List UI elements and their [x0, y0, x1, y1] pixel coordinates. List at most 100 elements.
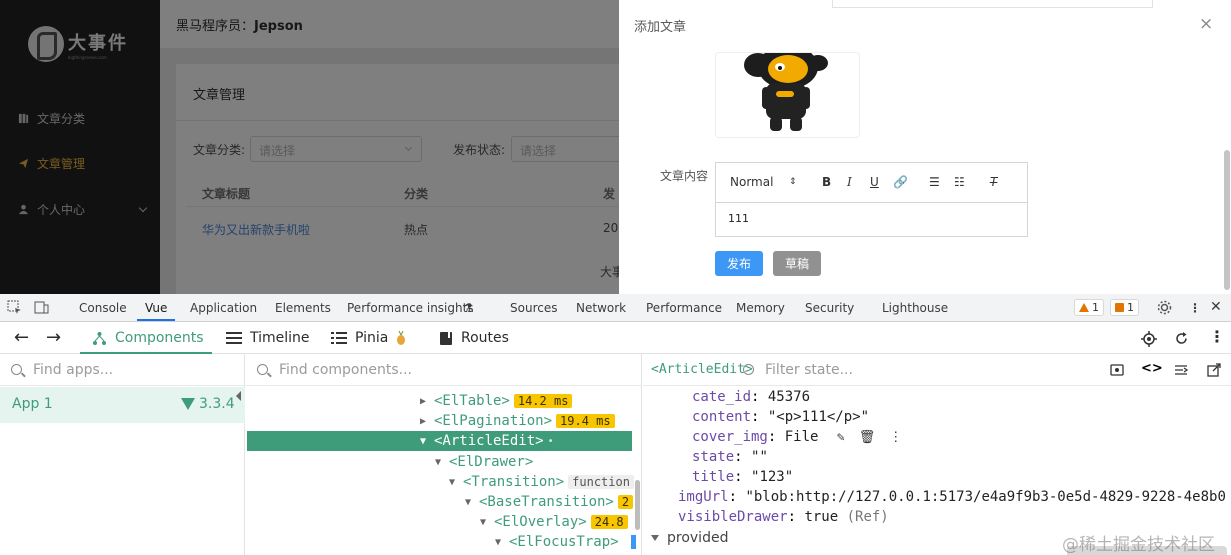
forward-arrow-icon[interactable]: → [46, 327, 61, 348]
updown-icon: ⇕ [789, 177, 797, 187]
find-components-input[interactable]: Find components... [279, 362, 412, 378]
active-tab-indicator [137, 319, 175, 321]
message-icon [1115, 303, 1124, 312]
tab-memory[interactable]: Memory [736, 301, 785, 315]
link-icon[interactable]: 🔗 [893, 175, 908, 189]
timeline-icon [226, 332, 242, 344]
content-label: 文章内容 [660, 169, 709, 183]
underline-icon[interactable]: U [870, 175, 879, 189]
app-name: App 1 [12, 396, 53, 412]
apps-pane: Find apps... App 1 3.3.4 [0, 354, 245, 555]
tab-components[interactable]: Components [92, 330, 204, 346]
draft-button[interactable]: 草稿 [773, 251, 821, 276]
tree-node[interactable]: ▼ <Transition> function [449, 472, 634, 492]
filter-state-input[interactable]: Filter state... [765, 362, 853, 378]
rich-text-editor[interactable]: Normal ⇕ B I U 🔗 ☰ ☷ T̶ 111 [715, 162, 1028, 237]
tab-performance-insights[interactable]: Performance insights [347, 301, 474, 315]
editor-text[interactable]: 111 [728, 212, 749, 225]
popup-fragment [832, 0, 1153, 8]
drawer-scrollbar[interactable] [1224, 150, 1230, 290]
find-apps-search[interactable]: Find apps... [0, 354, 244, 386]
publish-button[interactable]: 发布 [715, 251, 763, 276]
warning-icon [1079, 303, 1089, 312]
clear-format-icon[interactable]: T̶ [990, 175, 997, 189]
state-row-cate-id[interactable]: cate_id: 45376 [692, 387, 810, 407]
trash-icon[interactable]: 🗑 [859, 428, 876, 448]
open-in-editor-icon[interactable] [1207, 363, 1221, 377]
inspector-header: <ArticleEdit> Filter state... <> [643, 354, 1231, 386]
component-tree-pane: Find components... ▶ <ElTable> 14.2 ms ▶ <E… [246, 354, 642, 555]
code-icon[interactable]: <> [1141, 361, 1163, 376]
tab-elements[interactable]: Elements [275, 301, 331, 315]
collapse-pane-icon[interactable] [236, 391, 241, 401]
provided-section-toggle[interactable]: provided [651, 530, 728, 546]
more-vertical-icon[interactable]: ⋮ [1209, 327, 1225, 346]
close-icon[interactable]: ✕ [1210, 299, 1222, 315]
search-icon [743, 364, 754, 375]
tree-node[interactable]: ▼ <BaseTransition> 2 [465, 492, 634, 512]
scroll-to-component-icon[interactable] [1110, 363, 1124, 377]
tab-application[interactable]: Application [190, 301, 257, 315]
bold-icon[interactable]: B [822, 175, 831, 189]
gear-icon[interactable] [1157, 300, 1172, 315]
tree-node[interactable]: ▶ <ElTable> 14.2 ms [420, 391, 573, 411]
inspect-element-icon[interactable] [7, 300, 22, 315]
watermark: @稀土掘金技术社区 [1062, 535, 1215, 555]
back-arrow-icon[interactable]: ← [14, 327, 29, 348]
state-row-title[interactable]: title: "123" [692, 467, 793, 487]
close-icon[interactable]: × [1199, 14, 1213, 34]
tree-node[interactable]: ▶ <ElPagination> 19.4 ms [420, 411, 615, 431]
drawer-overlay[interactable] [0, 0, 619, 294]
vue-devtools-toolbar: ← → Components Timeline Pinia Routes ⋮ [0, 322, 1231, 354]
search-icon [11, 364, 22, 375]
editor-toolbar: Normal ⇕ B I U 🔗 ☰ ☷ T̶ [716, 163, 1027, 203]
list-icon [331, 332, 347, 344]
more-vertical-icon[interactable]: ⋮ [1189, 301, 1201, 315]
inspect-dom-icon[interactable] [1174, 363, 1188, 377]
cover-image-preview[interactable] [715, 52, 860, 138]
tab-lighthouse[interactable]: Lighthouse [882, 301, 948, 315]
tab-sources[interactable]: Sources [510, 301, 557, 315]
tab-routes[interactable]: Routes [439, 330, 509, 346]
state-inspector-pane: <ArticleEdit> Filter state... <> ____ __… [643, 354, 1231, 555]
state-row-cover-img[interactable]: cover_img: File ✎ 🗑 ⋮ [692, 427, 902, 447]
tab-timeline[interactable]: Timeline [226, 330, 310, 346]
find-components-search[interactable]: Find components... [246, 354, 641, 386]
tree-node[interactable]: ▼ <ElFocusTrap> [495, 532, 636, 552]
tree-scrollbar[interactable] [635, 480, 640, 530]
state-row-content[interactable]: content: "<p>111</p>" [692, 407, 869, 427]
edit-pencil-icon[interactable]: ✎ [837, 428, 845, 448]
state-row-visible-drawer[interactable]: visibleDrawer: true (Ref) [678, 507, 889, 527]
bullet-list-icon[interactable]: ☷ [954, 175, 965, 189]
find-apps-input[interactable]: Find apps... [33, 362, 113, 378]
ordered-list-icon[interactable]: ☰ [929, 175, 940, 189]
tab-security[interactable]: Security [805, 301, 854, 315]
tree-node-selected[interactable]: ▼ <ArticleEdit> • [247, 431, 632, 451]
device-toggle-icon[interactable] [34, 300, 49, 315]
app-viewport: 大事件 bigthingsnews.com 文章分类 文章管理 个人中心 黑马程… [0, 0, 1231, 294]
app-list-item[interactable]: App 1 3.3.4 [0, 387, 245, 423]
devtools-tab-bar: Console Vue Application Elements Perform… [0, 294, 1231, 322]
pineapple-icon [397, 330, 406, 345]
add-article-drawer: 添加文章 × 文章内容 Normal ⇕ B I U 🔗 ☰ ☷ T̶ 111 … [619, 0, 1231, 294]
italic-icon[interactable]: I [847, 175, 852, 189]
refresh-icon[interactable] [1174, 331, 1189, 346]
format-select[interactable]: Normal [730, 175, 773, 189]
chevron-down-icon [651, 535, 659, 541]
app-version: 3.3.4 [181, 396, 235, 412]
state-row-state[interactable]: state: "" [692, 447, 768, 467]
tree-node[interactable]: ▼ <ElDrawer> [435, 452, 533, 472]
messages-badge[interactable]: 1 [1110, 299, 1139, 316]
devtools: Console Vue Application Elements Perform… [0, 294, 1231, 555]
more-vertical-icon[interactable]: ⋮ [889, 428, 902, 448]
tree-node[interactable]: ▼ <ElOverlay> 24.8 [480, 512, 628, 532]
tab-network[interactable]: Network [576, 301, 626, 315]
warnings-badge[interactable]: 1 [1074, 299, 1104, 316]
target-select-icon[interactable] [1141, 331, 1157, 347]
inspector-component-name: <ArticleEdit> [651, 362, 753, 377]
tab-performance[interactable]: Performance [646, 301, 722, 315]
tab-console[interactable]: Console [79, 301, 127, 315]
tab-vue[interactable]: Vue [145, 301, 167, 315]
state-row-img-url[interactable]: imgUrl: "blob:http://127.0.0.1:5173/e4a9… [678, 487, 1226, 507]
tab-pinia[interactable]: Pinia [331, 330, 406, 346]
